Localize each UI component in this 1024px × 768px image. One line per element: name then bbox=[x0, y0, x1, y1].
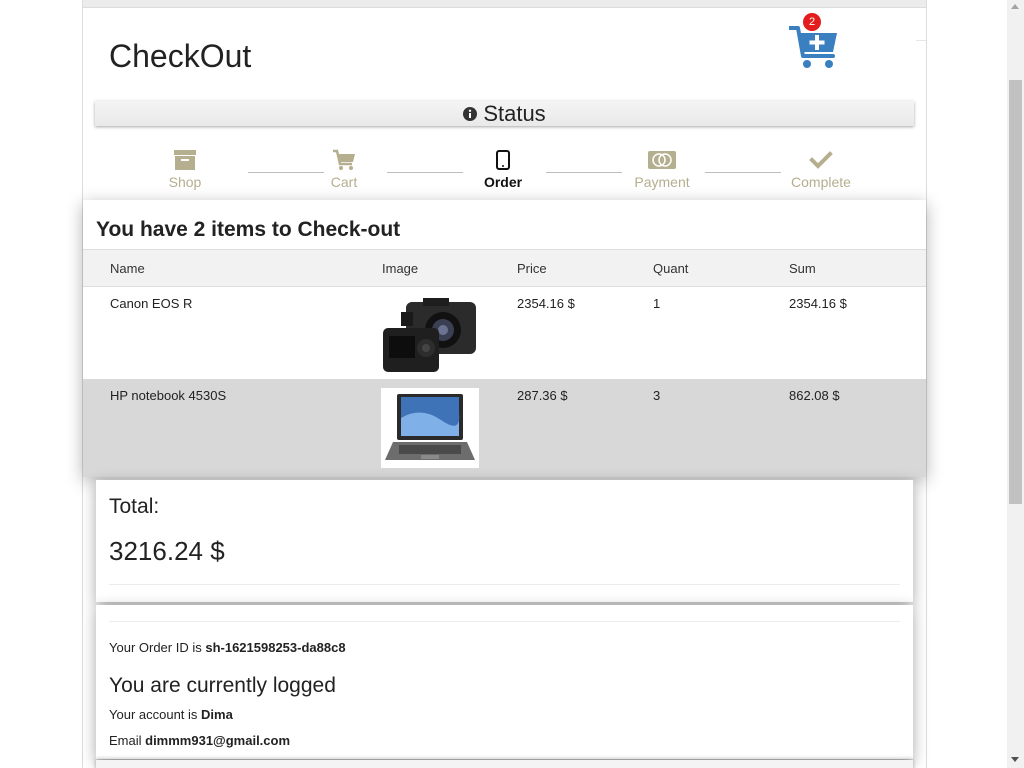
step-label: Cart bbox=[330, 174, 358, 190]
divider bbox=[109, 621, 900, 622]
credit-card-icon bbox=[648, 151, 676, 169]
cart-count-badge: 2 bbox=[803, 13, 821, 31]
cart-panel: You have 2 items to Check-out Name Image… bbox=[83, 200, 926, 477]
status-bar: Status bbox=[95, 101, 914, 126]
progress-steps: Shop Cart Order Payment Complete bbox=[145, 148, 865, 192]
total-label: Total: bbox=[109, 495, 160, 518]
tablet-icon bbox=[496, 150, 510, 170]
item-sum: 2354.16 $ bbox=[789, 296, 847, 311]
status-label: Status bbox=[483, 101, 546, 126]
table-header: Name Image Price Quant Sum bbox=[83, 249, 926, 287]
scroll-up-arrow-icon[interactable] bbox=[1011, 4, 1019, 9]
order-id: sh-1621598253-da88c8 bbox=[205, 640, 346, 655]
column-header-image: Image bbox=[382, 261, 419, 276]
email-prefix: Email bbox=[109, 733, 146, 748]
step-payment[interactable]: Payment bbox=[622, 148, 702, 190]
top-strip bbox=[83, 0, 926, 8]
table-row: Canon EOS R 2354.16 $ 1 2354.16 $ bbox=[83, 287, 926, 379]
step-connector bbox=[387, 172, 463, 173]
step-label: Shop bbox=[168, 174, 202, 190]
item-sum: 862.08 $ bbox=[789, 388, 840, 403]
order-id-line: Your Order ID is sh-1621598253-da88c8 bbox=[109, 640, 346, 655]
total-value: 3216.24 $ bbox=[109, 536, 225, 566]
logged-heading: You are currently logged bbox=[109, 674, 336, 697]
checkout-page: CheckOut 2 Status Shop Cart Order Paymen… bbox=[82, 0, 927, 768]
column-header-quantity: Quant bbox=[653, 261, 689, 276]
column-header-name: Name bbox=[110, 261, 145, 276]
step-cart[interactable]: Cart bbox=[304, 148, 384, 190]
scrollbar[interactable] bbox=[1007, 0, 1024, 768]
check-icon bbox=[809, 151, 833, 169]
column-header-sum: Sum bbox=[789, 261, 816, 276]
account-prefix: Your account is bbox=[109, 707, 202, 722]
page-title: CheckOut bbox=[109, 38, 252, 74]
step-complete[interactable]: Complete bbox=[781, 148, 861, 190]
archive-box-icon bbox=[174, 150, 196, 170]
cart-icon bbox=[333, 149, 355, 170]
table-row: HP notebook 4530S 287.36 $ 3 862.08 $ bbox=[83, 379, 926, 477]
divider bbox=[109, 584, 900, 585]
order-id-prefix: Your Order ID is bbox=[109, 640, 206, 655]
total-card: Total: 3216.24 $ bbox=[96, 480, 913, 602]
divider bbox=[916, 40, 926, 41]
cart-button[interactable]: 2 bbox=[788, 13, 839, 70]
item-price: 2354.16 $ bbox=[517, 296, 575, 311]
step-shop[interactable]: Shop bbox=[145, 148, 225, 190]
step-label: Payment bbox=[634, 174, 690, 190]
step-connector bbox=[546, 172, 622, 173]
item-name: Canon EOS R bbox=[110, 296, 193, 311]
item-quantity: 3 bbox=[653, 388, 661, 403]
step-label: Complete bbox=[791, 174, 851, 190]
laptop-image bbox=[381, 388, 479, 468]
column-header-price: Price bbox=[517, 261, 547, 276]
step-label: Order bbox=[483, 174, 523, 190]
email-value: dimmm931@gmail.com bbox=[145, 733, 291, 748]
info-icon bbox=[463, 106, 478, 121]
email-line: Email dimmm931@gmail.com bbox=[109, 733, 290, 748]
item-price: 287.36 $ bbox=[517, 388, 568, 403]
next-card bbox=[96, 760, 913, 768]
cart-heading: You have 2 items to Check-out bbox=[96, 218, 401, 241]
item-name: HP notebook 4530S bbox=[110, 388, 227, 403]
step-connector bbox=[705, 172, 781, 173]
scroll-thumb[interactable] bbox=[1009, 80, 1022, 504]
order-info-card: Your Order ID is sh-1621598253-da88c8 Yo… bbox=[96, 605, 913, 759]
step-order[interactable]: Order bbox=[463, 148, 543, 190]
item-quantity: 1 bbox=[653, 296, 661, 311]
scroll-down-arrow-icon[interactable] bbox=[1011, 757, 1019, 762]
camera-image bbox=[381, 296, 479, 376]
account-line: Your account is Dima bbox=[109, 707, 233, 722]
account-name: Dima bbox=[201, 707, 233, 722]
